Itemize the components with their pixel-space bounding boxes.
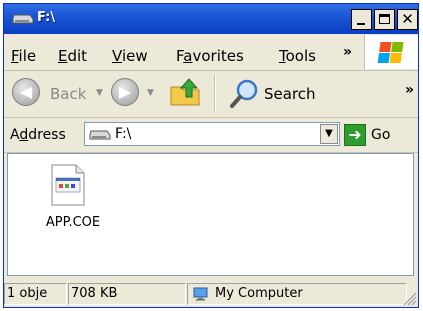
window-title: F:\: [37, 10, 56, 25]
go-label[interactable]: Go: [371, 127, 390, 143]
search-label[interactable]: Search: [264, 85, 316, 103]
back-dropdown-icon[interactable]: ▼: [96, 88, 103, 98]
toolbar-overflow-chevron[interactable]: »: [405, 82, 414, 98]
menu-edit[interactable]: Edit: [58, 47, 87, 65]
drive-icon: [12, 14, 34, 24]
forward-button[interactable]: ▶: [111, 78, 139, 106]
up-folder-icon[interactable]: [169, 77, 203, 107]
address-bar: Address F:\ ▼ ➜ Go: [4, 118, 418, 153]
status-zone-label: My Computer: [215, 286, 303, 301]
menu-favorites[interactable]: Favorites: [176, 47, 244, 65]
address-input[interactable]: F:\ ▼: [84, 122, 340, 146]
menu-bar: File Edit View Favorites Tools »: [4, 34, 418, 71]
toolbar-separator: [214, 75, 216, 111]
close-icon: ✕: [401, 10, 414, 28]
my-computer-icon: [193, 287, 208, 301]
status-object-count: 1 obje: [4, 283, 67, 305]
status-bar: 1 obje 708 KB My Computer: [4, 280, 418, 307]
maximize-icon: [379, 14, 390, 24]
file-icon: [51, 164, 85, 206]
windows-flag-icon: [377, 42, 404, 64]
windows-logo: [364, 35, 418, 69]
address-dropdown-button[interactable]: ▼: [320, 124, 338, 144]
chevron-down-icon: ▼: [325, 128, 333, 139]
explorer-window: F:\ ✕ File Edit View Favorites Tools » ◀…: [3, 3, 419, 308]
go-arrow-icon: ➜: [348, 125, 362, 144]
forward-arrow-icon: ▶: [118, 82, 132, 101]
status-zone: My Computer: [187, 283, 407, 305]
go-button[interactable]: ➜: [344, 124, 366, 146]
menu-file[interactable]: File: [11, 47, 36, 65]
forward-dropdown-icon[interactable]: ▼: [147, 88, 154, 98]
address-value[interactable]: F:\: [115, 126, 131, 142]
back-button[interactable]: ◀: [12, 78, 40, 106]
minimize-icon: [357, 23, 365, 25]
file-list-pane[interactable]: APP.COE: [7, 153, 414, 276]
search-icon[interactable]: [229, 77, 261, 109]
address-label: Address: [10, 127, 66, 143]
back-label[interactable]: Back: [50, 85, 86, 103]
resize-grip-icon[interactable]: [401, 290, 417, 306]
back-arrow-icon: ◀: [19, 82, 33, 101]
drive-icon: [89, 130, 111, 140]
file-item[interactable]: APP.COE: [28, 164, 118, 244]
standard-toolbar: ◀ Back ▼ ▶ ▼ Search »: [4, 71, 418, 118]
maximize-button[interactable]: [374, 9, 395, 30]
menu-tools[interactable]: Tools: [279, 47, 316, 65]
file-name[interactable]: APP.COE: [28, 215, 118, 230]
minimize-button[interactable]: [351, 9, 372, 30]
menu-overflow-chevron[interactable]: »: [343, 44, 352, 60]
status-size: 708 KB: [68, 283, 186, 305]
close-button[interactable]: ✕: [397, 9, 418, 30]
menu-view[interactable]: View: [112, 47, 148, 65]
title-bar[interactable]: F:\ ✕: [4, 4, 418, 34]
